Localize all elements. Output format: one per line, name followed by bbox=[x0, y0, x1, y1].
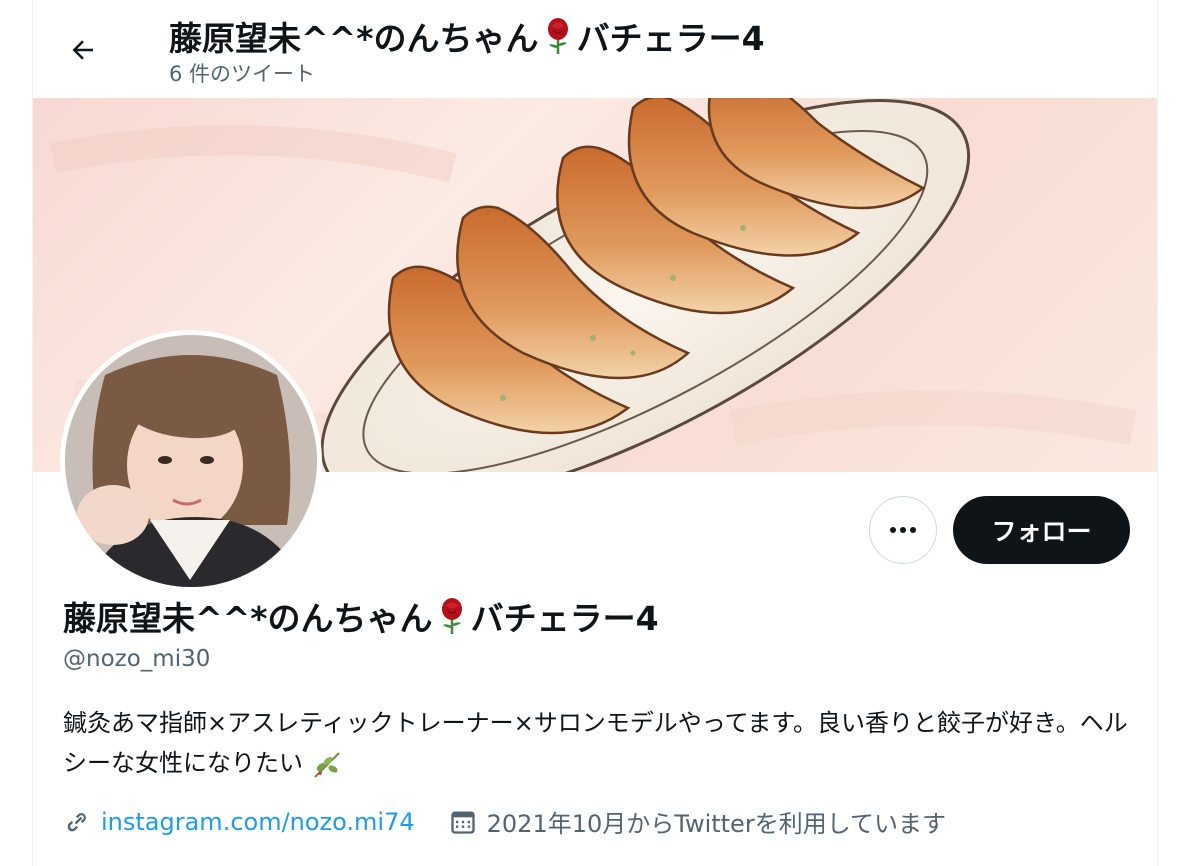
rose-icon bbox=[441, 598, 462, 634]
calendar-icon bbox=[450, 811, 475, 834]
display-name-text: 藤原望未^^*のんちゃん bbox=[63, 599, 433, 638]
avatar-photo bbox=[65, 335, 317, 587]
profile-photo bbox=[65, 335, 317, 587]
header-title-name: 藤原望未^^*のんちゃん bbox=[169, 19, 539, 58]
profile-page: 藤原望未^^*のんちゃん バチェラー4 6 件のツイート フォロー 藤原望未^^… bbox=[32, 0, 1158, 866]
arrow-left-icon bbox=[72, 40, 93, 60]
more-dots-icon bbox=[890, 527, 916, 533]
profile-header-bar: 藤原望未^^*のんちゃん バチェラー4 6 件のツイート bbox=[33, 0, 1157, 98]
rose-icon bbox=[547, 18, 568, 54]
follow-button[interactable]: フォロー bbox=[953, 496, 1130, 564]
back-button[interactable] bbox=[63, 30, 103, 70]
avatar[interactable] bbox=[60, 330, 322, 592]
display-name: 藤原望未^^*のんちゃん バチェラー4 bbox=[63, 592, 659, 640]
joined-date: 2021年10月からTwitterを利用しています bbox=[486, 810, 946, 838]
website-link[interactable]: instagram.com/nozo.mi74 bbox=[101, 808, 415, 836]
profile-bio: 鍼灸あマ指師×アスレティックトレーナー×サロンモデルやってます。良い香りと餃子が… bbox=[63, 703, 1133, 783]
more-options-button[interactable] bbox=[869, 496, 937, 564]
header-title-suffix: バチェラー4 bbox=[576, 19, 765, 58]
link-icon bbox=[67, 812, 86, 831]
display-name-suffix: バチェラー4 bbox=[470, 599, 659, 638]
bio-text: 鍼灸あマ指師×アスレティックトレーナー×サロンモデルやってます。良い香りと餃子が… bbox=[63, 709, 1128, 777]
tweet-count: 6 件のツイート bbox=[169, 62, 316, 86]
header-title: 藤原望未^^*のんちゃん バチェラー4 bbox=[169, 12, 765, 60]
herb-icon bbox=[313, 752, 340, 778]
user-handle: @nozo_mi30 bbox=[63, 646, 211, 672]
profile-meta: instagram.com/nozo.mi74 2021年10月からTwitte… bbox=[63, 804, 946, 839]
